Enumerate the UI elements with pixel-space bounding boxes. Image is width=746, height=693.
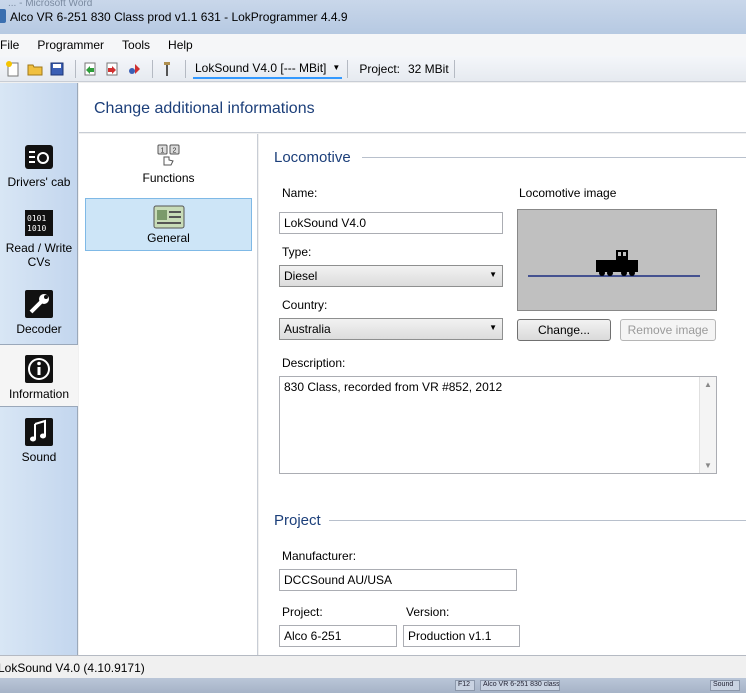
status-bar: LokSound V4.0 (4.10.9171) (0, 655, 746, 678)
app-icon (0, 9, 6, 23)
menu-programmer[interactable]: Programmer (37, 38, 112, 52)
description-textarea[interactable]: 830 Class, recorded from VR #852, 2012 ▲… (279, 376, 717, 474)
type-label: Type: (282, 245, 312, 259)
status-text: LokSound V4.0 (4.10.9171) (0, 661, 145, 675)
chevron-down-icon: ▼ (489, 323, 497, 332)
locomotive-image (517, 209, 717, 311)
taskbar-item[interactable]: F12 (455, 680, 475, 691)
svg-text:2: 2 (172, 148, 176, 155)
description-text: 830 Class, recorded from VR #852, 2012 (284, 380, 503, 394)
decoder-combo-value: LokSound V4.0 [--- MBit] (195, 60, 327, 75)
page-header: Change additional informations (79, 83, 746, 133)
export-icon[interactable] (103, 60, 121, 78)
read-write-cvs-icon: 0101 1010 (23, 207, 55, 239)
nav-item-information[interactable]: Information (0, 344, 78, 407)
change-image-button[interactable]: Change... (517, 319, 611, 341)
chevron-down-icon: ▼ (489, 270, 497, 279)
manufacturer-label: Manufacturer: (282, 549, 357, 563)
menu-bar: File Programmer Tools Help (0, 34, 746, 56)
locomotive-section-title: Locomotive (274, 149, 351, 166)
sound-export-icon[interactable] (125, 60, 143, 78)
nav-item-sound[interactable]: Sound (0, 416, 78, 464)
decoder-icon (23, 288, 55, 320)
toolbar-separator (75, 59, 76, 78)
toolbar: LokSound V4.0 [--- MBit] ▼ Project: 32 M… (0, 56, 746, 82)
toolbar-separator (347, 59, 349, 78)
chevron-down-icon: ▼ (332, 63, 341, 72)
page-title: Change additional informations (94, 100, 315, 117)
country-label: Country: (282, 298, 328, 312)
taskbar-item[interactable]: Sound (710, 680, 740, 691)
svg-text:1: 1 (160, 148, 164, 155)
project-size-label: Project: (359, 61, 400, 76)
functions-icon: 12 (85, 143, 252, 171)
import-icon[interactable] (81, 60, 99, 78)
menu-tools[interactable]: Tools (122, 38, 158, 52)
title-bar[interactable]: ... - Microsoft Word Alco VR 6-251 830 C… (0, 0, 746, 34)
country-select-value: Australia (284, 322, 331, 336)
open-icon[interactable] (26, 60, 44, 78)
sub-item-general[interactable]: General (85, 198, 252, 251)
remove-image-button[interactable]: Remove image (620, 319, 716, 341)
sub-label-functions: Functions (142, 171, 195, 185)
section-divider (329, 520, 746, 521)
left-navigation: Drivers' cab 0101 1010 Read / Write CVs D… (0, 83, 78, 655)
taskbar-item[interactable]: Alco VR 6-251 830 class (480, 680, 560, 691)
toolbar-separator (152, 59, 153, 78)
nav-item-drivers-cab[interactable]: Drivers' cab (0, 141, 78, 189)
project-section-title: Project (274, 512, 321, 529)
decoder-combo[interactable]: LokSound V4.0 [--- MBit] ▼ (193, 59, 343, 79)
version-label: Version: (406, 605, 450, 619)
project-label: Project: (282, 605, 323, 619)
nav-item-decoder[interactable]: Decoder (0, 288, 78, 336)
country-select[interactable]: Australia ▼ (279, 318, 503, 340)
nav-label-decoder: Decoder (16, 322, 62, 336)
sub-label-general: General (147, 231, 190, 245)
project-input[interactable]: Alco 6-251 (279, 625, 397, 647)
sound-icon (23, 416, 55, 448)
information-icon (23, 353, 55, 385)
scroll-up-icon[interactable]: ▲ (704, 380, 712, 389)
section-divider (362, 157, 746, 158)
sub-item-functions[interactable]: 12 Functions (85, 143, 252, 191)
key-icon[interactable] (158, 60, 176, 78)
svg-text:0101: 0101 (27, 214, 46, 223)
nav-label-read-write-line1: Read / Write (5, 241, 73, 255)
locomotive-image-label: Locomotive image (519, 186, 617, 200)
version-input[interactable]: Production v1.1 (403, 625, 520, 647)
name-input[interactable]: LokSound V4.0 (279, 212, 503, 234)
taskbar: F12 Alco VR 6-251 830 class Sound (0, 678, 746, 693)
name-label: Name: (282, 186, 318, 200)
manufacturer-input[interactable]: DCCSound AU/USA (279, 569, 517, 591)
menu-file[interactable]: File (0, 38, 27, 52)
toolbar-separator (453, 59, 455, 78)
nav-label-information: Information (8, 387, 70, 401)
menu-help[interactable]: Help (168, 38, 201, 52)
nav-label-drivers-cab: Drivers' cab (7, 175, 71, 189)
locomotive-silhouette-icon (528, 250, 700, 277)
type-select[interactable]: Diesel ▼ (279, 265, 503, 287)
type-select-value: Diesel (284, 269, 318, 283)
nav-label-read-write-line2: CVs (27, 255, 51, 269)
toolbar-separator (185, 59, 186, 78)
description-scrollbar[interactable]: ▲ ▼ (699, 377, 716, 473)
general-icon (86, 203, 251, 231)
save-icon[interactable] (48, 60, 66, 78)
window-title: Alco VR 6-251 830 Class prod v1.1 631 - … (10, 10, 348, 24)
description-label: Description: (282, 356, 346, 370)
nav-label-sound: Sound (21, 450, 57, 464)
scroll-down-icon[interactable]: ▼ (704, 461, 712, 470)
project-size-value: 32 MBit (408, 61, 449, 76)
sub-navigation: 12 Functions General (79, 134, 258, 655)
svg-text:1010: 1010 (27, 224, 46, 233)
new-icon[interactable] (4, 60, 22, 78)
drivers-cab-icon (23, 141, 55, 173)
content-panel: Locomotive Name: LokSound V4.0 Type: Die… (259, 134, 746, 655)
background-window-title: ... - Microsoft Word (8, 0, 93, 9)
nav-item-read-write-cvs[interactable]: 0101 1010 Read / Write CVs (0, 207, 78, 269)
